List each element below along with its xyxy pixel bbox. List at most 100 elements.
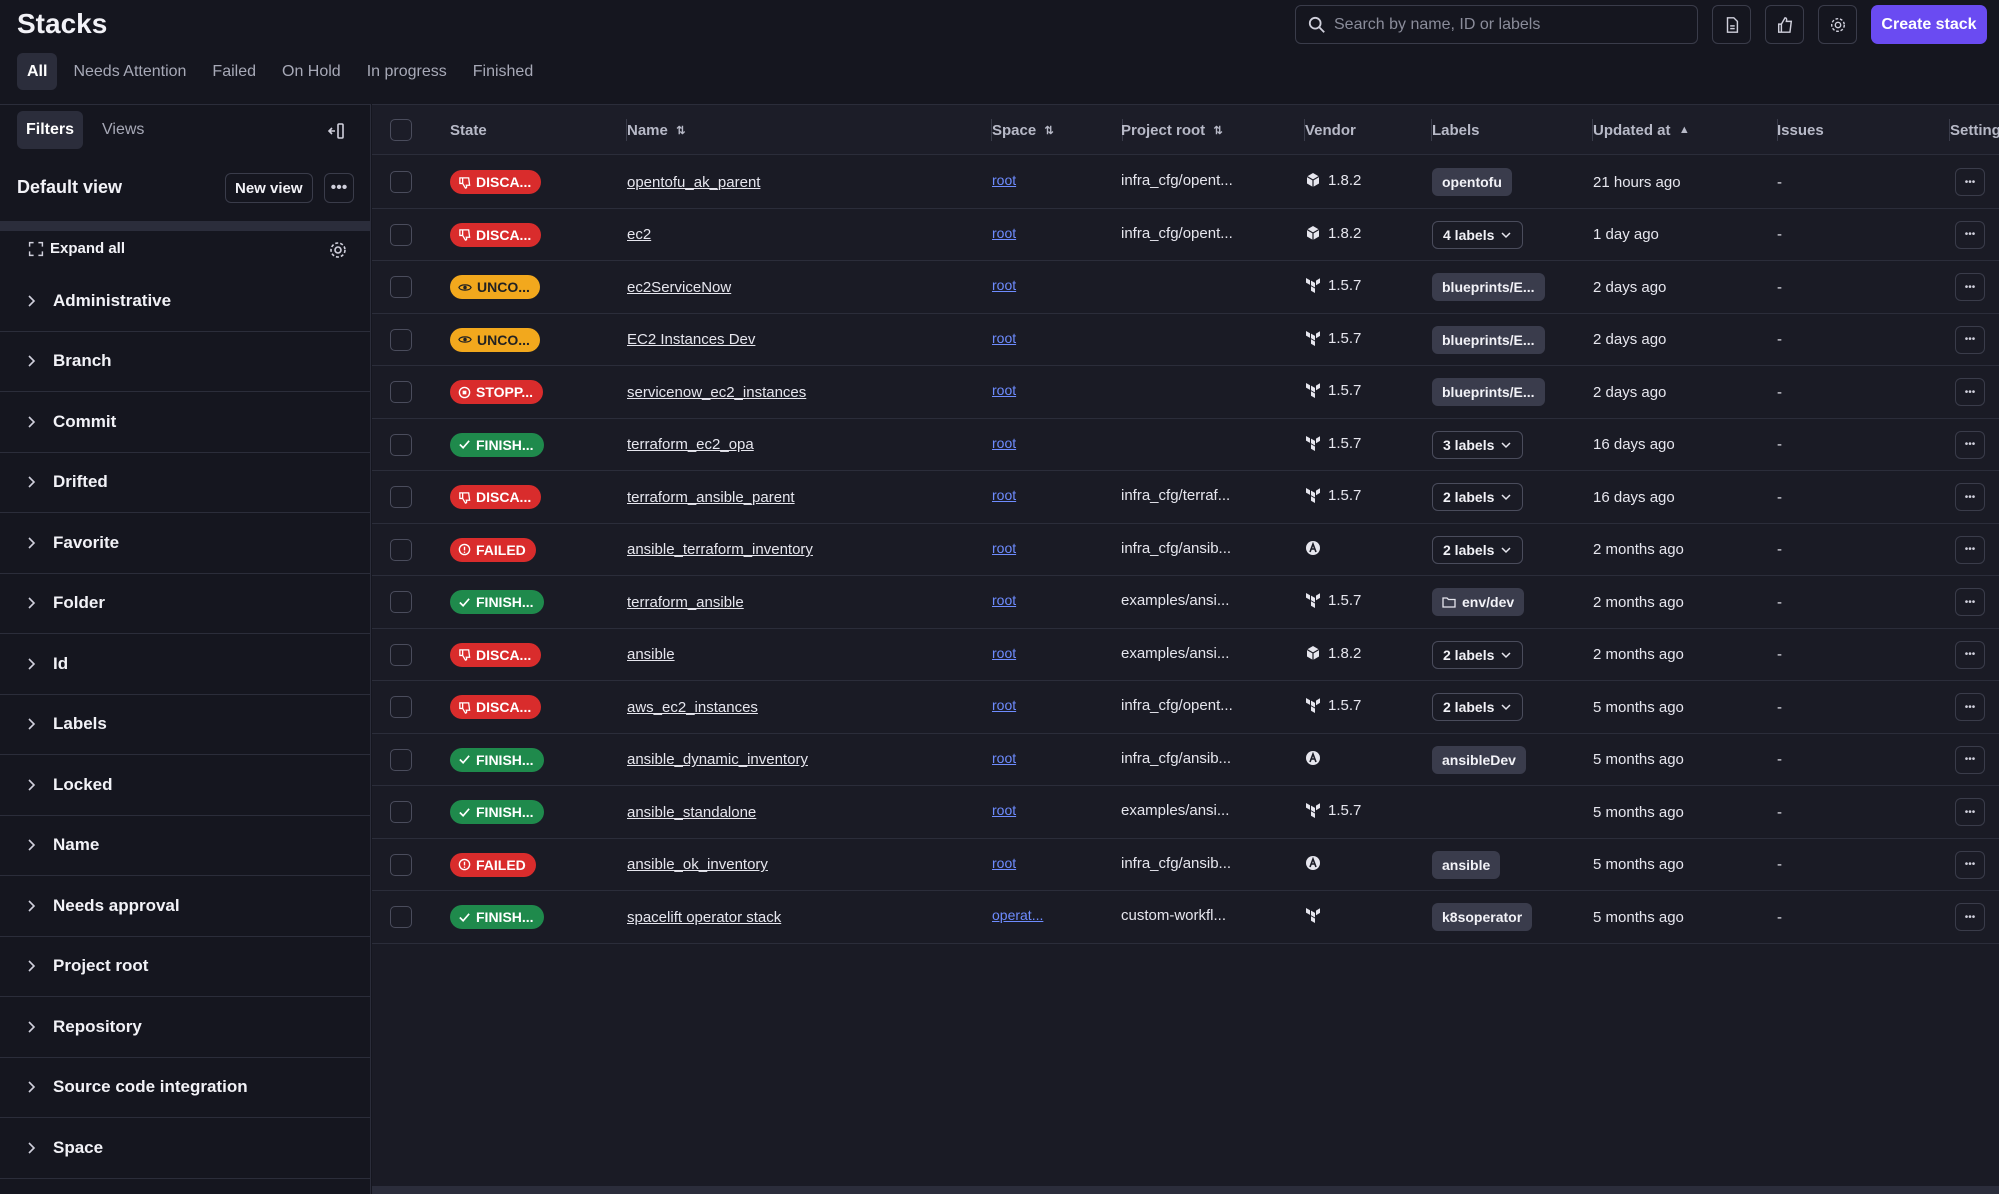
row-actions-button[interactable]: ••• bbox=[1955, 588, 1985, 616]
labels-dropdown[interactable]: 4 labels bbox=[1432, 220, 1524, 249]
labels-dropdown[interactable]: 2 labels bbox=[1432, 483, 1524, 512]
row-checkbox[interactable] bbox=[390, 591, 412, 613]
space-link[interactable]: root bbox=[992, 540, 1016, 556]
row-checkbox[interactable] bbox=[390, 801, 412, 823]
tab-needs-attention[interactable]: Needs Attention bbox=[63, 53, 196, 90]
filter-item[interactable]: Commit bbox=[0, 392, 371, 453]
column-issues[interactable]: Issues bbox=[1777, 105, 1950, 155]
column-name[interactable]: Name ⇅ bbox=[627, 105, 992, 155]
column-state[interactable]: State bbox=[450, 105, 627, 155]
stack-name-link[interactable]: spacelift operator stack bbox=[627, 909, 781, 926]
stack-name-link[interactable]: opentofu_ak_parent bbox=[627, 174, 760, 191]
row-actions-button[interactable]: ••• bbox=[1955, 903, 1985, 931]
row-checkbox[interactable] bbox=[390, 696, 412, 718]
search-input[interactable]: Search by name, ID or labels bbox=[1295, 5, 1698, 44]
filter-item[interactable]: Drifted bbox=[0, 453, 371, 513]
label-tag[interactable]: k8soperator bbox=[1432, 903, 1533, 932]
tab-all[interactable]: All bbox=[17, 53, 58, 90]
row-checkbox[interactable] bbox=[390, 223, 412, 246]
tab-in-progress[interactable]: In progress bbox=[357, 53, 457, 90]
expand-all-button[interactable]: Expand all bbox=[28, 240, 125, 257]
column-settings[interactable]: Settings bbox=[1950, 105, 1999, 155]
row-actions-button[interactable]: ••• bbox=[1955, 535, 1985, 564]
space-link[interactable]: operat... bbox=[992, 907, 1043, 923]
row-checkbox[interactable] bbox=[390, 276, 412, 298]
table-row[interactable]: FINISH... ansible_dynamic_inventory root in… bbox=[372, 734, 1999, 786]
table-row[interactable]: DISCA... ansible root examples/ansi... 1.8.2… bbox=[372, 629, 1999, 681]
labels-dropdown[interactable]: 2 labels bbox=[1432, 535, 1524, 564]
stack-name-link[interactable]: ansible_ok_inventory bbox=[627, 856, 768, 873]
tab-finished[interactable]: Finished bbox=[463, 53, 543, 90]
create-stack-button[interactable]: Create stack bbox=[1871, 5, 1987, 44]
filter-item[interactable]: Needs approval bbox=[0, 876, 371, 937]
space-link[interactable]: root bbox=[992, 382, 1016, 398]
stack-name-link[interactable]: terraform_ec2_opa bbox=[627, 436, 754, 453]
label-tag[interactable]: ansibleDev bbox=[1432, 745, 1526, 774]
stack-name-link[interactable]: ec2 bbox=[627, 226, 651, 243]
horizontal-scrollbar[interactable] bbox=[372, 1186, 1999, 1194]
space-link[interactable]: root bbox=[992, 697, 1016, 713]
stack-name-link[interactable]: aws_ec2_instances bbox=[627, 699, 758, 716]
row-checkbox[interactable] bbox=[390, 538, 412, 561]
filter-item[interactable]: Source code integration bbox=[0, 1058, 371, 1118]
column-labels[interactable]: Labels bbox=[1432, 105, 1593, 155]
label-tag[interactable]: ansible bbox=[1432, 850, 1501, 879]
document-button[interactable] bbox=[1712, 5, 1751, 44]
row-actions-button[interactable]: ••• bbox=[1955, 430, 1985, 459]
space-link[interactable]: root bbox=[992, 855, 1016, 871]
filter-item[interactable]: Project root bbox=[0, 937, 371, 997]
space-link[interactable]: root bbox=[992, 750, 1016, 766]
label-tag[interactable]: blueprints/E... bbox=[1432, 273, 1545, 302]
row-actions-button[interactable]: ••• bbox=[1955, 378, 1985, 406]
row-checkbox[interactable] bbox=[390, 381, 412, 403]
space-link[interactable]: root bbox=[992, 277, 1016, 293]
labels-dropdown[interactable]: 2 labels bbox=[1432, 640, 1524, 669]
new-view-button[interactable]: New view bbox=[225, 173, 313, 203]
row-actions-button[interactable]: ••• bbox=[1955, 745, 1985, 774]
table-row[interactable]: UNCO... EC2 Instances Dev root 1.5.7 bluepri… bbox=[372, 314, 1999, 366]
feedback-button[interactable] bbox=[1765, 5, 1804, 44]
table-row[interactable]: FINISH... terraform_ansible root examples/a… bbox=[372, 576, 1999, 629]
space-link[interactable]: root bbox=[992, 645, 1016, 661]
label-tag[interactable]: blueprints/E... bbox=[1432, 325, 1545, 354]
table-row[interactable]: FINISH... ansible_standalone root examples/… bbox=[372, 786, 1999, 839]
filter-item[interactable]: Administrative bbox=[0, 271, 371, 332]
row-actions-button[interactable]: ••• bbox=[1955, 483, 1985, 511]
filter-item[interactable]: Favorite bbox=[0, 513, 371, 574]
filter-item[interactable]: Id bbox=[0, 634, 371, 695]
space-link[interactable]: root bbox=[992, 330, 1016, 346]
row-checkbox[interactable] bbox=[390, 433, 412, 456]
row-checkbox[interactable] bbox=[390, 748, 412, 771]
column-vendor[interactable]: Vendor bbox=[1305, 105, 1432, 155]
label-tag[interactable]: blueprints/E... bbox=[1432, 378, 1545, 407]
row-actions-button[interactable]: ••• bbox=[1955, 220, 1985, 249]
table-row[interactable]: UNCO... ec2ServiceNow root 1.5.7 blueprints/… bbox=[372, 261, 1999, 314]
filter-item[interactable]: Branch bbox=[0, 332, 371, 392]
collapse-sidebar-icon[interactable] bbox=[326, 121, 346, 141]
stack-name-link[interactable]: terraform_ansible_parent bbox=[627, 489, 795, 506]
folder-label-tag[interactable]: env/dev bbox=[1432, 588, 1525, 617]
row-actions-button[interactable]: ••• bbox=[1955, 693, 1985, 721]
space-link[interactable]: root bbox=[992, 435, 1016, 451]
space-link[interactable]: root bbox=[992, 487, 1016, 503]
view-more-button[interactable]: ••• bbox=[324, 173, 354, 203]
filter-item[interactable]: Locked bbox=[0, 755, 371, 816]
row-checkbox[interactable] bbox=[390, 328, 412, 351]
table-row[interactable]: FINISH... terraform_ec2_opa root 1.5.7 3 lab… bbox=[372, 419, 1999, 471]
table-row[interactable]: DISCA... terraform_ansible_parent root infr… bbox=[372, 471, 1999, 524]
row-checkbox[interactable] bbox=[390, 643, 412, 666]
filter-item[interactable]: Folder bbox=[0, 574, 371, 634]
row-actions-button[interactable]: ••• bbox=[1955, 168, 1985, 196]
table-row[interactable]: DISCA... ec2 root infra_cfg/opent... 1.8.2 4 … bbox=[372, 209, 1999, 261]
table-row[interactable]: FAILED ansible_terraform_inventory root inf… bbox=[372, 524, 1999, 576]
label-tag[interactable]: opentofu bbox=[1432, 168, 1512, 197]
sidebar-tab-filters[interactable]: Filters bbox=[17, 111, 84, 149]
row-actions-button[interactable]: ••• bbox=[1955, 798, 1985, 826]
filter-item[interactable]: Labels bbox=[0, 695, 371, 755]
stack-name-link[interactable]: ansible bbox=[627, 646, 675, 663]
space-link[interactable]: root bbox=[992, 592, 1016, 608]
column-space[interactable]: Space ⇅ bbox=[992, 105, 1123, 155]
column-updated-at[interactable]: Updated at ▲ bbox=[1593, 105, 1778, 155]
row-actions-button[interactable]: ••• bbox=[1955, 325, 1985, 354]
tab-on-hold[interactable]: On Hold bbox=[272, 53, 351, 90]
